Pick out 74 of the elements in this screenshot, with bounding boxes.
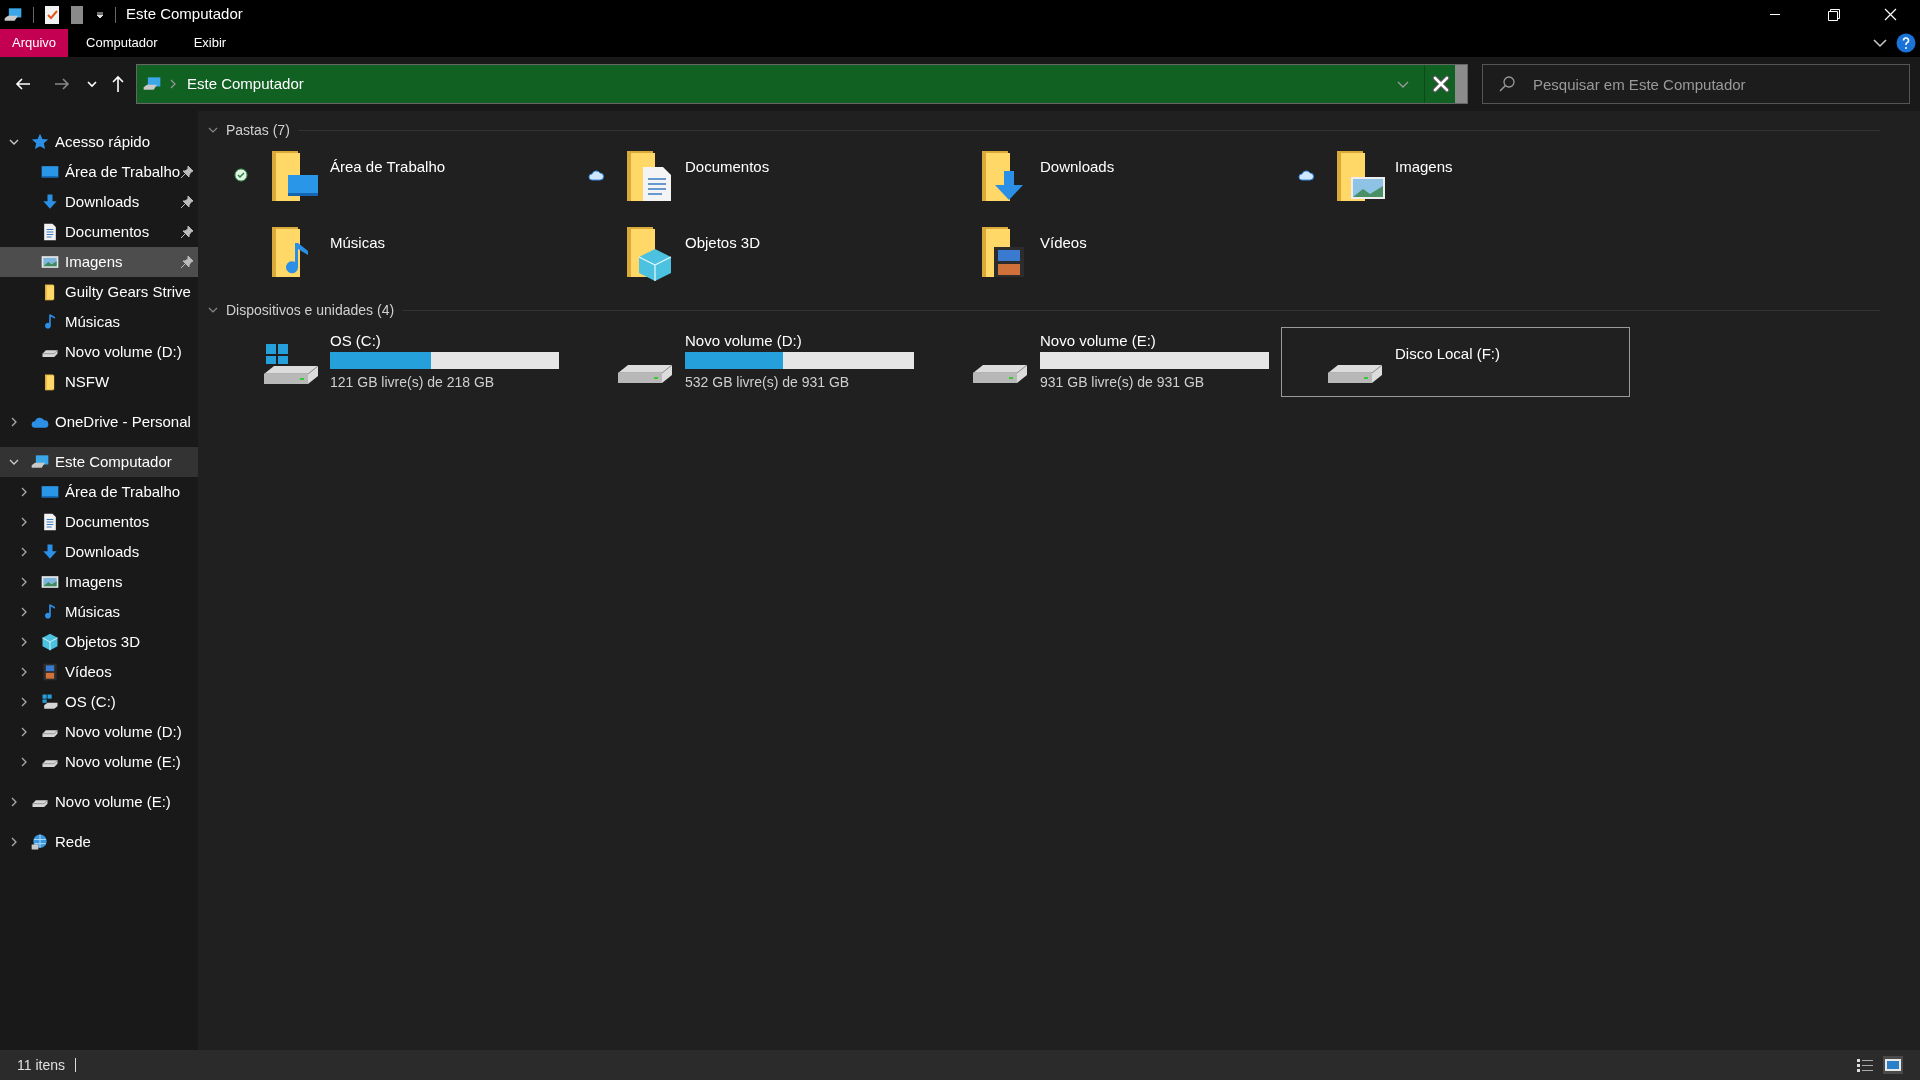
group-header[interactable]: Pastas (7): [226, 119, 290, 141]
folder-item[interactable]: Área de Trabalho: [216, 145, 565, 215]
tree-item[interactable]: Novo volume (D:): [0, 337, 198, 367]
window-title: Este Computador: [126, 4, 243, 25]
tree-item[interactable]: Novo volume (E:): [0, 787, 198, 817]
film-icon: [40, 662, 60, 682]
star-icon: [30, 132, 50, 152]
ribbon-tab[interactable]: Exibir: [175, 29, 245, 57]
tree-item[interactable]: Novo volume (D:): [0, 717, 198, 747]
drive-item[interactable]: Novo volume (E:) 931 GB livre(s) de 931 GB: [926, 327, 1275, 397]
tree-item[interactable]: Documentos: [0, 217, 198, 247]
folder-item[interactable]: Downloads: [926, 145, 1275, 215]
drive-item[interactable]: Disco Local (F:): [1281, 327, 1630, 397]
drive-icon: [617, 364, 673, 384]
collapse-chevron-icon[interactable]: [208, 125, 218, 135]
drive-name: Disco Local (F:): [1395, 345, 1501, 363]
folder-item[interactable]: Imagens: [1281, 145, 1630, 215]
back-arrow-icon[interactable]: [15, 76, 31, 92]
drive-icon: [1327, 364, 1383, 384]
breadcrumb-chevron-icon: [169, 79, 177, 89]
collapse-chevron-icon[interactable]: [208, 305, 218, 315]
free-space-text: 121 GB livre(s) de 218 GB: [330, 372, 496, 392]
tree-item[interactable]: Documentos: [0, 507, 198, 537]
tree-item[interactable]: Downloads: [0, 537, 198, 567]
free-space-text: 931 GB livre(s) de 931 GB: [1040, 372, 1206, 392]
details-view-icon[interactable]: [1855, 1056, 1875, 1074]
help-icon[interactable]: [1896, 33, 1916, 53]
drive-icon: [40, 692, 60, 712]
drive-icon: [972, 364, 1028, 384]
tree-item[interactable]: Objetos 3D: [0, 627, 198, 657]
tree-item[interactable]: Músicas: [0, 307, 198, 337]
tree-item[interactable]: Guilty Gears Strive: [0, 277, 198, 307]
checkmark-document-icon: [44, 4, 60, 25]
tree-item[interactable]: Rede: [0, 827, 198, 857]
folder-item[interactable]: Vídeos: [926, 221, 1275, 291]
globe-icon: [30, 832, 50, 852]
folder-item[interactable]: Músicas: [216, 221, 565, 291]
folder-item[interactable]: Objetos 3D: [571, 221, 920, 291]
document-icon: [70, 4, 84, 25]
breadcrumb-item[interactable]: Este Computador: [187, 72, 304, 96]
large-icons-view-icon[interactable]: [1883, 1056, 1903, 1074]
tree-item[interactable]: Downloads: [0, 187, 198, 217]
search-field[interactable]: Pesquisar em Este Computador: [1482, 64, 1910, 104]
up-arrow-icon[interactable]: [111, 75, 125, 93]
forward-arrow-icon[interactable]: [54, 76, 70, 92]
tree-item[interactable]: Área de Trabalho: [0, 157, 198, 187]
cube-icon: [40, 632, 60, 652]
tree-item[interactable]: OS (C:): [0, 687, 198, 717]
tree-item[interactable]: NSFW: [0, 367, 198, 397]
tree-item[interactable]: Novo volume (E:): [0, 747, 198, 777]
tree-item[interactable]: Vídeos: [0, 657, 198, 687]
drive-name: Novo volume (E:): [1040, 331, 1157, 350]
ribbon-tab[interactable]: Arquivo: [0, 29, 69, 57]
tree-item[interactable]: Área de Trabalho: [0, 477, 198, 507]
tree-item[interactable]: Este Computador: [0, 447, 198, 477]
tree-item[interactable]: Imagens: [0, 247, 198, 277]
recent-locations-chevron-icon[interactable]: [87, 79, 97, 89]
tree-item[interactable]: OneDrive - Personal: [0, 407, 198, 437]
drive-item[interactable]: Novo volume (D:) 532 GB livre(s) de 931 GB: [571, 327, 920, 397]
tree-item[interactable]: Imagens: [0, 567, 198, 597]
item-count: 11 itens: [17, 1055, 65, 1075]
address-bar[interactable]: Este Computador: [136, 64, 1468, 104]
drive-name: OS (C:): [330, 331, 382, 350]
group-header[interactable]: Dispositivos e unidades (4): [226, 299, 395, 321]
tree-item[interactable]: Músicas: [0, 597, 198, 627]
dropdown-caret-icon[interactable]: [95, 9, 105, 20]
close-x-icon[interactable]: [1432, 75, 1450, 93]
tree-item[interactable]: Acesso rápido: [0, 127, 198, 157]
ribbon-tab[interactable]: Computador: [68, 29, 176, 57]
drive-name: Novo volume (D:): [685, 331, 803, 350]
search-icon: [1498, 75, 1516, 93]
folder-item[interactable]: Documentos: [571, 145, 920, 215]
free-space-text: 532 GB livre(s) de 931 GB: [685, 372, 851, 392]
drive-item[interactable]: OS (C:) 121 GB livre(s) de 218 GB: [216, 327, 565, 397]
